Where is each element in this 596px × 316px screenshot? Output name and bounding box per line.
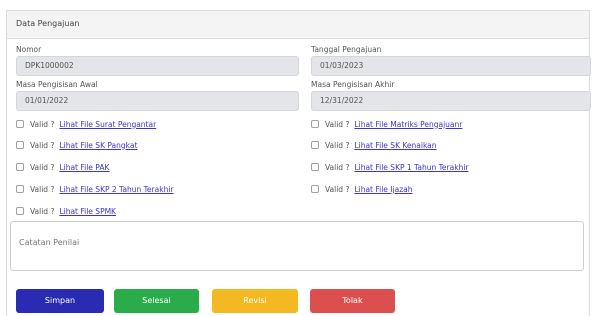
file-link[interactable]: Lihat File SKP 2 Tahun Terakhir: [59, 185, 173, 194]
file-item-ijazah: Valid ? Lihat File Ijazah: [311, 183, 413, 195]
valid-label: Valid ?: [325, 162, 350, 172]
file-item-spmk: Valid ? Lihat File SPMK: [16, 205, 116, 217]
file-link[interactable]: Lihat File Ijazah: [354, 185, 412, 194]
file-item-pak: Valid ? Lihat File PAK: [16, 161, 109, 173]
valid-checkbox[interactable]: [16, 141, 24, 149]
masa-awal-field[interactable]: 01/01/2022: [16, 91, 299, 111]
valid-label: Valid ?: [30, 184, 55, 194]
tolak-button[interactable]: Tolak: [310, 289, 395, 313]
valid-checkbox[interactable]: [16, 120, 24, 128]
masa-akhir-label: Masa Pengisisan Akhir: [311, 80, 395, 89]
valid-label: Valid ?: [30, 140, 55, 150]
file-item-surat-pengantar: Valid ? Lihat File Surat Pengantar: [16, 118, 156, 130]
valid-checkbox[interactable]: [311, 120, 319, 128]
file-item-skp-2-tahun: Valid ? Lihat File SKP 2 Tahun Terakhir: [16, 183, 174, 195]
valid-checkbox[interactable]: [16, 207, 24, 215]
file-item-matriks-pengajuan: Valid ? Lihat File Matriks Pengajuanr: [311, 118, 462, 130]
valid-label: Valid ?: [325, 140, 350, 150]
valid-label: Valid ?: [30, 162, 55, 172]
valid-label: Valid ?: [325, 184, 350, 194]
selesai-button[interactable]: Selesai: [114, 289, 199, 313]
valid-label: Valid ?: [325, 119, 350, 129]
card-title: Data Pengajuan: [16, 19, 80, 28]
revisi-button[interactable]: Revisi: [212, 289, 298, 313]
simpan-button[interactable]: Simpan: [16, 289, 104, 313]
file-link[interactable]: Lihat File SK Pangkat: [59, 141, 137, 150]
valid-label: Valid ?: [30, 206, 55, 216]
valid-checkbox[interactable]: [16, 163, 24, 171]
masa-awal-label: Masa Pengisisan Awal: [16, 80, 98, 89]
nomor-label: Nomor: [16, 45, 42, 54]
tanggal-pengajuan-field[interactable]: 01/03/2023: [311, 56, 591, 76]
file-item-sk-kenaikan: Valid ? Lihat File SK Kenaikan: [311, 139, 437, 151]
catatan-penilai-textarea[interactable]: [10, 221, 584, 271]
nomor-field[interactable]: DPK1000002: [16, 56, 299, 76]
valid-label: Valid ?: [30, 119, 55, 129]
file-link[interactable]: Lihat File SKP 1 Tahun Terakhir: [354, 163, 468, 172]
valid-checkbox[interactable]: [311, 141, 319, 149]
file-link[interactable]: Lihat File Surat Pengantar: [59, 120, 156, 129]
tanggal-pengajuan-label: Tanggal Pengajuan: [311, 45, 382, 54]
file-item-skp-1-tahun: Valid ? Lihat File SKP 1 Tahun Terakhir: [311, 161, 469, 173]
valid-checkbox[interactable]: [311, 185, 319, 193]
file-item-sk-pangkat: Valid ? Lihat File SK Pangkat: [16, 139, 137, 151]
file-link[interactable]: Lihat File SK Kenaikan: [354, 141, 436, 150]
file-link[interactable]: Lihat File Matriks Pengajuanr: [354, 120, 462, 129]
file-link[interactable]: Lihat File SPMK: [59, 207, 116, 216]
masa-akhir-field[interactable]: 12/31/2022: [311, 91, 591, 111]
card-header: Data Pengajuan: [7, 11, 589, 39]
file-link[interactable]: Lihat File PAK: [59, 163, 109, 172]
valid-checkbox[interactable]: [311, 163, 319, 171]
valid-checkbox[interactable]: [16, 185, 24, 193]
